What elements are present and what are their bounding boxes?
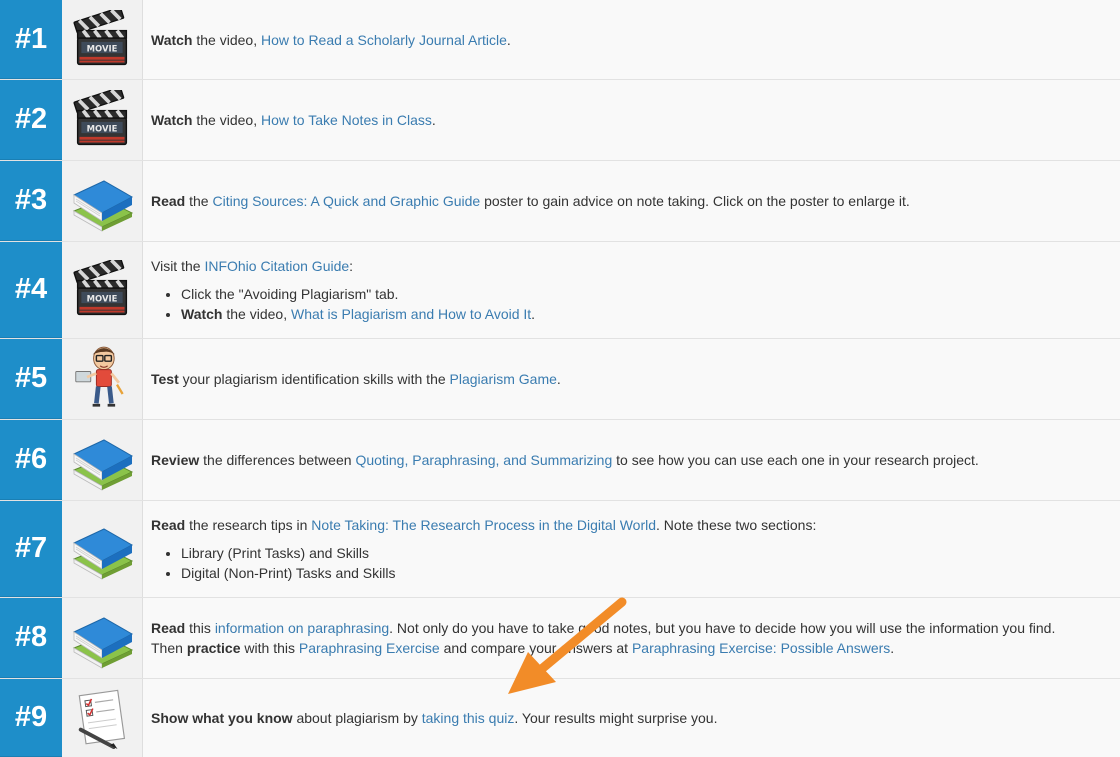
link-take-notes-video[interactable]: How to Take Notes in Class [261, 112, 432, 128]
checklist-quiz-icon [62, 679, 143, 757]
book-stack-icon [62, 161, 143, 241]
step-content: Show what you know about plagiarism by t… [151, 710, 718, 726]
step-verb: Test [151, 371, 179, 387]
step-row-2: #2 Watch the video, How to Take Notes in… [0, 80, 1120, 161]
step-bullets: Click the "Avoiding Plagiarism" tab. Wat… [151, 284, 1112, 324]
step-number: #7 [0, 501, 62, 597]
step-row-1: #1 Watch the video, How to Read a Schola… [0, 0, 1120, 80]
link-scholarly-journal-video[interactable]: How to Read a Scholarly Journal Article [261, 32, 507, 48]
movie-clapper-icon [62, 0, 143, 79]
step-number: #4 [0, 242, 62, 338]
list-item: Watch the video, What is Plagiarism and … [181, 304, 1112, 324]
step-row-7: #7 Read the research tips in Note Taking… [0, 501, 1120, 598]
link-quoting-paraphrasing-summarizing[interactable]: Quoting, Paraphrasing, and Summarizing [355, 452, 612, 468]
step-number: #9 [0, 679, 62, 757]
movie-clapper-icon [62, 80, 143, 160]
step-number: #5 [0, 339, 62, 419]
step-number: #3 [0, 161, 62, 241]
link-paraphrasing-exercise[interactable]: Paraphrasing Exercise [299, 640, 440, 656]
list-item: Digital (Non-Print) Tasks and Skills [181, 563, 1112, 583]
step-row-6: #6 Review the differences between Quotin… [0, 420, 1120, 501]
step-content: Read the research tips in Note Taking: T… [143, 501, 1120, 597]
step-content: Review the differences between Quoting, … [151, 452, 979, 468]
step-content: Visit the INFOhio Citation Guide: Click … [143, 242, 1120, 338]
step-content: Watch the video, How to Read a Scholarly… [151, 31, 511, 48]
step-row-5: #5 Test your plagiarism identification s… [0, 339, 1120, 420]
step-row-8: #8 Read this information on paraphrasing… [0, 598, 1120, 679]
step-verb: Read [151, 620, 186, 636]
step-row-4: #4 Visit the INFOhio Citation Guide: Cli… [0, 242, 1120, 339]
link-infohio-citation-guide[interactable]: INFOhio Citation Guide [204, 258, 349, 274]
step-content: Test your plagiarism identification skil… [151, 371, 561, 387]
book-stack-icon [62, 420, 143, 500]
step-verb: Watch [151, 112, 193, 128]
link-plagiarism-game[interactable]: Plagiarism Game [450, 371, 557, 387]
link-plagiarism-video[interactable]: What is Plagiarism and How to Avoid It [291, 306, 531, 322]
step-row-9: #9 Show what you know about plagiarism b… [0, 679, 1120, 757]
book-stack-icon [62, 598, 143, 678]
step-verb: Read [151, 193, 186, 209]
link-paraphrasing-possible-answers[interactable]: Paraphrasing Exercise: Possible Answers [632, 640, 890, 656]
list-item: Click the "Avoiding Plagiarism" tab. [181, 284, 1112, 304]
book-stack-icon [62, 501, 143, 597]
link-take-quiz[interactable]: taking this quiz [422, 710, 515, 726]
list-item: Library (Print Tasks) and Skills [181, 543, 1112, 563]
movie-clapper-icon [62, 242, 143, 338]
link-note-taking-research-process[interactable]: Note Taking: The Research Process in the… [311, 517, 656, 533]
step-number: #6 [0, 420, 62, 500]
step-content: Read the Citing Sources: A Quick and Gra… [151, 193, 910, 209]
step-row-3: #3 Read the Citing Sources: A Quick and … [0, 161, 1120, 242]
step-verb: Read [151, 517, 186, 533]
step-content: Watch the video, How to Take Notes in Cl… [151, 112, 436, 128]
step-number: #2 [0, 80, 62, 160]
step-number: #8 [0, 598, 62, 678]
step-content: Read this information on paraphrasing. N… [151, 620, 1056, 656]
step-number: #1 [0, 0, 62, 79]
student-cartoon-icon [62, 339, 143, 419]
step-bullets: Library (Print Tasks) and Skills Digital… [151, 543, 1112, 583]
step-verb: Watch [151, 31, 193, 48]
step-verb: Review [151, 452, 200, 468]
step-verb: Show what you know [151, 710, 293, 726]
link-information-on-paraphrasing[interactable]: information on paraphrasing [215, 620, 389, 636]
link-citing-sources-poster[interactable]: Citing Sources: A Quick and Graphic Guid… [212, 193, 480, 209]
